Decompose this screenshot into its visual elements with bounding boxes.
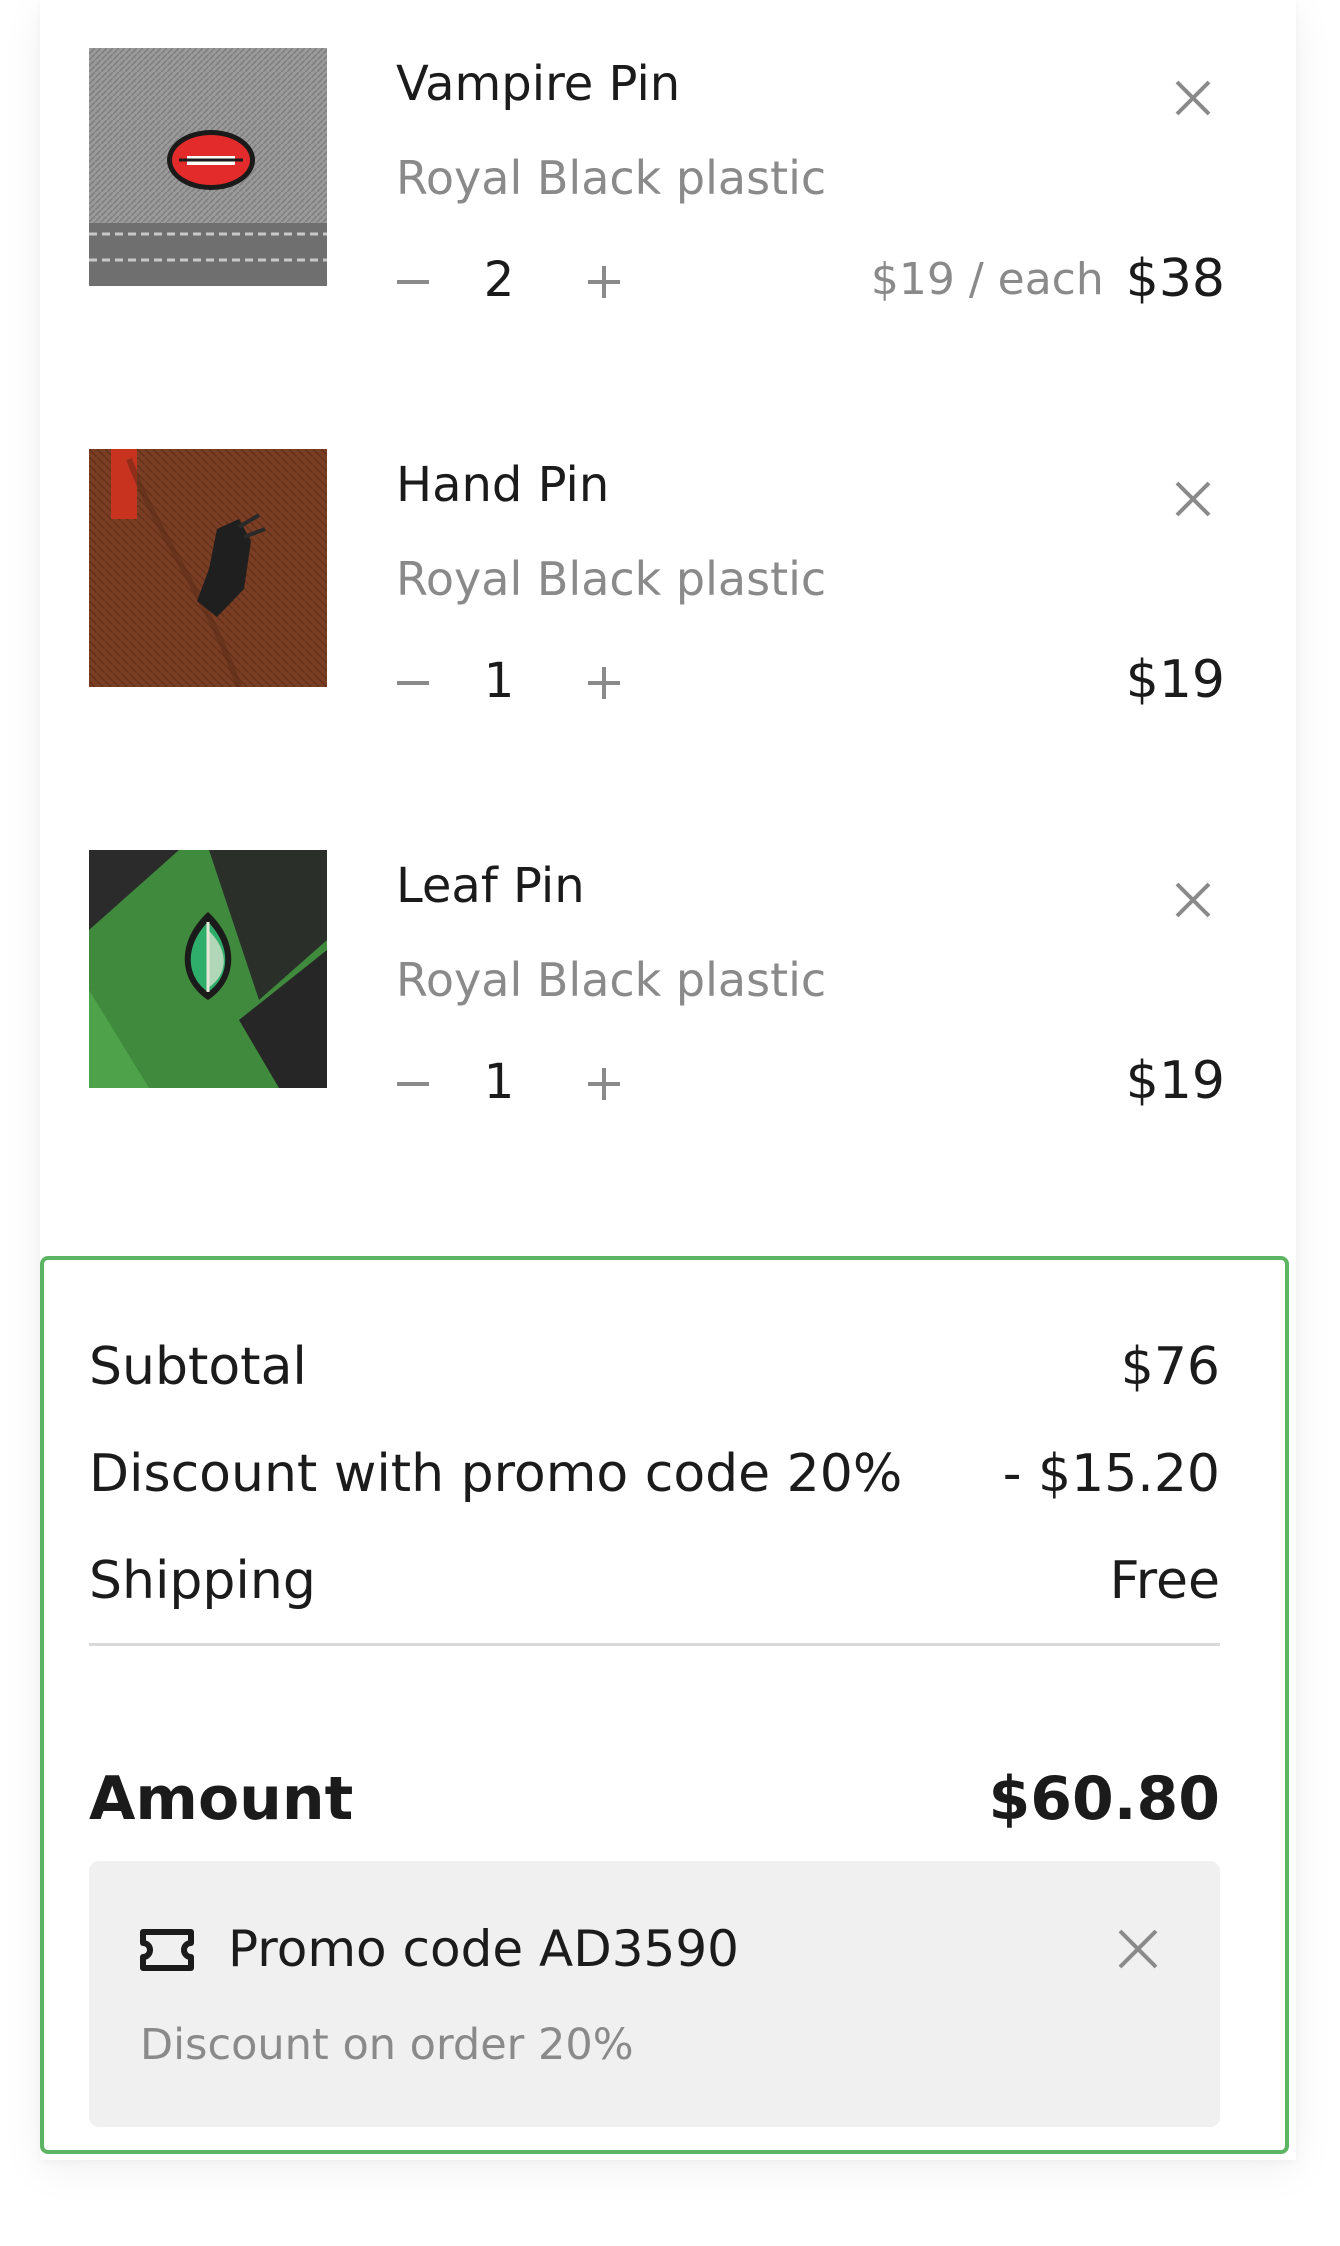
promo-code-title: Promo code AD3590: [228, 1920, 739, 1978]
close-icon: [1175, 882, 1211, 918]
product-image-vampire-pin: [89, 48, 327, 286]
amount-value: $60.80: [988, 1764, 1220, 1834]
subtotal-row: Subtotal $76: [89, 1327, 1220, 1407]
quantity-value: 1: [483, 653, 515, 709]
decrease-quantity-button[interactable]: [383, 252, 443, 312]
remove-item-button[interactable]: [1161, 868, 1225, 932]
unit-price: $19 / each: [870, 253, 1104, 305]
line-total: $19: [1125, 650, 1225, 710]
line-total: $38: [1125, 249, 1225, 309]
product-name[interactable]: Leaf Pin: [396, 856, 585, 916]
item-price: $19: [1126, 645, 1225, 715]
product-image-leaf-pin: [89, 850, 327, 1088]
quantity-value: 2: [483, 252, 515, 308]
shipping-row: Shipping Free: [89, 1541, 1220, 1621]
remove-item-button[interactable]: [1161, 467, 1225, 531]
close-icon: [1118, 1929, 1158, 1969]
quantity-value: 1: [483, 1054, 515, 1110]
discount-value: - $15.20: [1002, 1444, 1220, 1504]
close-icon: [1175, 481, 1211, 517]
summary-divider: [89, 1643, 1220, 1646]
minus-icon: [397, 280, 429, 284]
applied-promo-code: Promo code AD3590 Discount on order 20%: [89, 1861, 1220, 2127]
increase-quantity-button[interactable]: [574, 1054, 634, 1114]
shipping-label: Shipping: [89, 1551, 316, 1611]
cart-item: Leaf Pin Royal Black plastic 1 $19: [89, 850, 1225, 1111]
remove-promo-button[interactable]: [1106, 1917, 1170, 1981]
remove-item-button[interactable]: [1161, 66, 1225, 130]
product-material: Royal Black plastic: [396, 552, 827, 606]
product-image-hand-pin: [89, 449, 327, 687]
plus-icon: [588, 1068, 620, 1100]
product-name[interactable]: Vampire Pin: [396, 54, 680, 114]
product-material: Royal Black plastic: [396, 151, 827, 205]
subtotal-label: Subtotal: [89, 1337, 307, 1397]
discount-label: Discount with promo code 20%: [89, 1444, 903, 1504]
amount-row: Amount $60.80: [89, 1754, 1220, 1844]
plus-icon: [588, 266, 620, 298]
minus-icon: [397, 1082, 429, 1086]
decrease-quantity-button[interactable]: [383, 653, 443, 713]
cart-item: Vampire Pin Royal Black plastic 2 $19 / …: [89, 48, 1225, 309]
order-summary: Subtotal $76 Discount with promo code 20…: [40, 1256, 1289, 2154]
promo-code-description: Discount on order 20%: [140, 2020, 634, 2070]
item-price: $19 / each $38: [871, 244, 1225, 314]
plus-icon: [588, 667, 620, 699]
close-icon: [1175, 80, 1211, 116]
cart-item: Hand Pin Royal Black plastic 1 $19: [89, 449, 1225, 710]
amount-label: Amount: [89, 1764, 354, 1834]
product-name[interactable]: Hand Pin: [396, 455, 609, 515]
ticket-icon: [140, 1929, 194, 1971]
discount-row: Discount with promo code 20% - $15.20: [89, 1434, 1220, 1514]
minus-icon: [397, 681, 429, 685]
product-material: Royal Black plastic: [396, 953, 827, 1007]
shipping-value: Free: [1109, 1551, 1220, 1611]
increase-quantity-button[interactable]: [574, 653, 634, 713]
line-total: $19: [1125, 1051, 1225, 1111]
decrease-quantity-button[interactable]: [383, 1054, 443, 1114]
subtotal-value: $76: [1120, 1337, 1220, 1397]
increase-quantity-button[interactable]: [574, 252, 634, 312]
item-price: $19: [1126, 1046, 1225, 1116]
